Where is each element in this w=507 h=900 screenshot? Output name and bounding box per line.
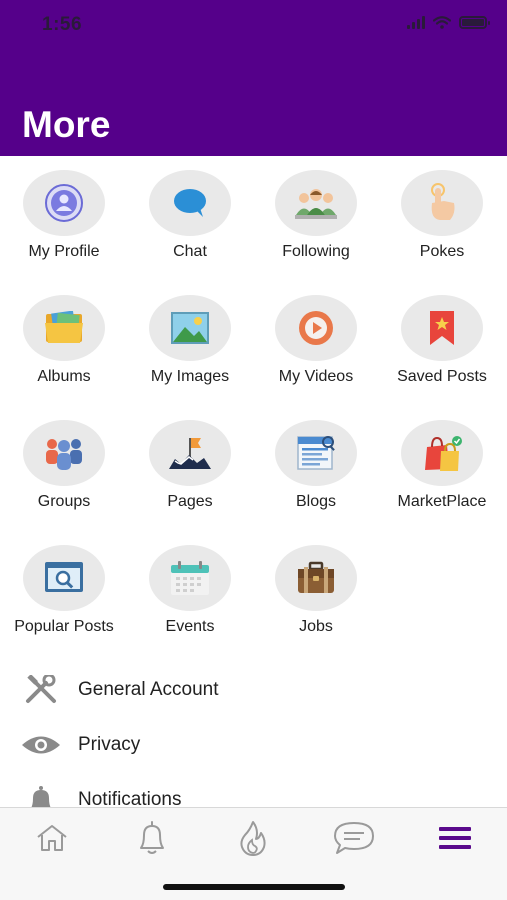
settings-item-privacy[interactable]: Privacy xyxy=(0,717,507,772)
tile-label: Events xyxy=(165,618,215,635)
tile-my-images[interactable]: My Images xyxy=(127,290,253,410)
tile-label: Saved Posts xyxy=(397,368,487,385)
flag-icon xyxy=(169,438,211,469)
poke-hand-icon xyxy=(431,183,455,220)
briefcase-icon xyxy=(298,561,334,593)
page-title: More xyxy=(22,104,111,145)
status-time: 1:56 xyxy=(42,14,83,35)
tile-label: My Videos xyxy=(278,368,354,385)
chat-bubble-icon xyxy=(174,189,206,217)
tile-label: My Profile xyxy=(28,243,100,260)
folder-photos-icon xyxy=(45,311,83,343)
home-indicator xyxy=(163,884,345,890)
tile-label: Pages xyxy=(167,493,213,510)
tile-my-profile[interactable]: My Profile xyxy=(1,165,127,285)
tab-home[interactable] xyxy=(27,818,77,858)
groups-icon xyxy=(46,439,82,470)
tile-my-videos[interactable]: My Videos xyxy=(253,290,379,410)
home-icon xyxy=(37,825,67,851)
tile-label: Popular Posts xyxy=(14,618,114,635)
tile-events[interactable]: Events xyxy=(127,540,253,660)
tile-albums[interactable]: Albums xyxy=(1,290,127,410)
tab-notifications[interactable] xyxy=(127,818,177,858)
wifi-icon xyxy=(433,16,451,29)
bell-icon xyxy=(140,821,164,854)
tile-label: MarketPlace xyxy=(397,493,487,510)
signal-icon xyxy=(407,16,425,29)
status-icons xyxy=(407,16,490,29)
settings-item-general-account[interactable]: General Account xyxy=(0,662,507,717)
battery-icon xyxy=(459,16,490,29)
tools-icon xyxy=(26,674,56,703)
tab-trending[interactable] xyxy=(228,818,278,858)
settings-item-label: General Account xyxy=(78,678,219,700)
bookmark-star-icon xyxy=(430,311,454,345)
calendar-icon xyxy=(171,561,209,595)
settings-item-label: Privacy xyxy=(78,733,141,755)
tile-popular-posts[interactable]: Popular Posts xyxy=(1,540,127,660)
video-play-icon xyxy=(299,311,333,345)
tile-label: Chat xyxy=(173,243,207,260)
chat-icon xyxy=(334,822,374,854)
image-icon xyxy=(171,312,209,344)
tile-label: Albums xyxy=(37,368,91,385)
status-bar: 1:56 xyxy=(0,0,507,50)
tile-label: My Images xyxy=(150,368,230,385)
tile-jobs[interactable]: Jobs xyxy=(253,540,379,660)
header-bar: 1:56 More xyxy=(0,0,507,156)
people-group-icon xyxy=(295,189,337,219)
shopping-bag-icon xyxy=(425,436,462,471)
tile-label: Blogs xyxy=(295,493,337,510)
tile-chat[interactable]: Chat xyxy=(127,165,253,285)
eye-icon xyxy=(22,736,60,753)
tile-pages[interactable]: Pages xyxy=(127,415,253,535)
tile-groups[interactable]: Groups xyxy=(1,415,127,535)
tile-blogs[interactable]: Blogs xyxy=(253,415,379,535)
search-window-icon xyxy=(45,562,83,592)
tile-pokes[interactable]: Pokes xyxy=(379,165,505,285)
tile-saved-posts[interactable]: Saved Posts xyxy=(379,290,505,410)
tab-more[interactable] xyxy=(430,818,480,858)
tab-messages[interactable] xyxy=(329,818,379,858)
tile-label: Jobs xyxy=(299,618,333,635)
tile-label: Groups xyxy=(37,493,91,510)
tile-following[interactable]: Following xyxy=(253,165,379,285)
menu-icon xyxy=(439,827,471,849)
tile-marketplace[interactable]: MarketPlace xyxy=(379,415,505,535)
profile-icon xyxy=(45,184,83,222)
blog-icon xyxy=(297,436,335,470)
settings-list: General Account Privacy Notifications xyxy=(0,662,507,827)
tile-label: Following xyxy=(282,243,350,260)
flame-icon xyxy=(240,821,266,856)
tile-label: Pokes xyxy=(419,243,465,260)
